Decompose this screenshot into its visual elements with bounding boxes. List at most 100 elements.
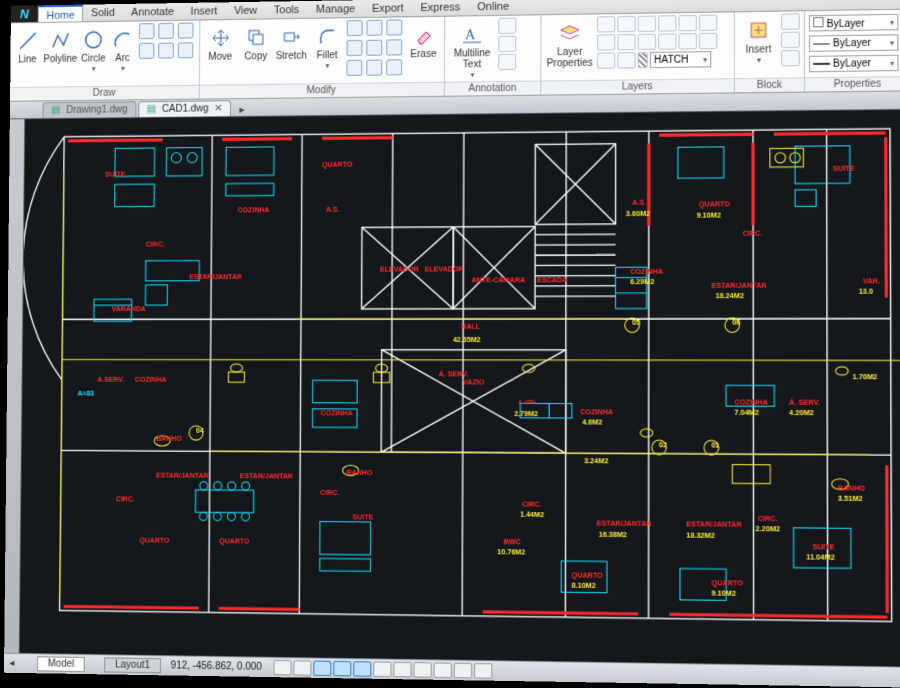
- room-label: BANHO: [347, 469, 374, 476]
- room-label: ELEVADOR: [425, 267, 464, 274]
- modify-erase-button[interactable]: Erase: [407, 19, 440, 60]
- modify-join-icon[interactable]: [366, 60, 382, 76]
- modify-trim-icon[interactable]: [366, 20, 382, 36]
- doc-tab-drawing1-label: Drawing1.dwg: [66, 104, 127, 116]
- color-selector[interactable]: ByLayer▾: [809, 14, 898, 32]
- layer-color-icon[interactable]: [597, 52, 615, 68]
- draw-hatch-icon[interactable]: [158, 43, 174, 59]
- room-label: 42.65M2: [453, 337, 481, 344]
- leader-icon[interactable]: [498, 36, 516, 52]
- new-tab-icon[interactable]: ▸: [239, 103, 245, 116]
- layer-thaw-icon[interactable]: [617, 34, 635, 50]
- qp-toggle-icon[interactable]: [434, 662, 452, 678]
- draw-polyline-button[interactable]: Polyline: [43, 24, 77, 65]
- menu-tab-export[interactable]: Export: [364, 0, 413, 17]
- layer-prev-icon[interactable]: [699, 15, 717, 31]
- room-label: QUARTO: [322, 161, 353, 168]
- ann-toggle-icon[interactable]: [474, 663, 492, 679]
- drawing-canvas[interactable]: SUITECIRC.VARANDAESTAR/JANTARCOZINHAQUAR…: [20, 110, 900, 667]
- room-label: 04: [196, 428, 204, 435]
- modify-move-button[interactable]: Move: [204, 22, 237, 63]
- tab-layout1[interactable]: Layout1: [104, 657, 161, 673]
- lwt-toggle-icon[interactable]: [414, 662, 432, 678]
- room-label: COZINHA: [734, 399, 767, 406]
- menu-tab-annotate[interactable]: Annotate: [123, 3, 182, 21]
- block-attr-icon[interactable]: [781, 50, 800, 67]
- layer-unlock-icon[interactable]: [638, 34, 656, 50]
- modify-scale-icon[interactable]: [346, 40, 362, 56]
- draw-line-button[interactable]: Line: [14, 25, 41, 66]
- layer-state-icon[interactable]: [678, 33, 696, 49]
- menu-tab-home[interactable]: Home: [38, 5, 84, 22]
- room-label: ESCADA: [537, 277, 567, 284]
- layer-walk-icon[interactable]: [699, 33, 717, 49]
- modify-offset-icon[interactable]: [386, 39, 402, 55]
- doc-tab-drawing1[interactable]: ▤Drawing1.dwg: [43, 101, 137, 118]
- draw-ellipse-icon[interactable]: [178, 23, 194, 39]
- draw-region-icon[interactable]: [178, 42, 194, 58]
- modify-explode-icon[interactable]: [346, 60, 362, 76]
- layer-lock-icon[interactable]: [638, 16, 656, 32]
- hatch-pattern-icon[interactable]: [638, 52, 648, 68]
- menu-tab-manage[interactable]: Manage: [308, 0, 364, 18]
- draw-circle-button[interactable]: Circle▾: [80, 24, 107, 74]
- lineweight-value: ByLayer: [833, 58, 871, 70]
- draw-arc-label: Arc: [115, 53, 130, 64]
- draw-rectangle-icon[interactable]: [139, 23, 155, 39]
- room-label: 1.70M2: [853, 374, 878, 381]
- draw-arc-button[interactable]: Arc▾: [109, 23, 136, 73]
- menu-tab-online[interactable]: Online: [469, 0, 518, 15]
- modify-fillet-label: Fillet: [317, 50, 338, 61]
- dim-linear-icon[interactable]: [498, 18, 516, 34]
- menu-tab-view[interactable]: View: [226, 2, 266, 19]
- menu-tab-solid[interactable]: Solid: [83, 4, 123, 21]
- menu-tab-express[interactable]: Express: [413, 0, 470, 16]
- room-label: HALL: [461, 324, 481, 331]
- modify-fillet-button[interactable]: Fillet▾: [311, 20, 344, 70]
- modify-break-icon[interactable]: [386, 59, 402, 75]
- modify-rotate-icon[interactable]: [346, 20, 362, 36]
- table-icon[interactable]: [498, 54, 516, 70]
- layer-iso-icon[interactable]: [658, 15, 676, 31]
- room-label: 02: [659, 442, 667, 449]
- layer-uniso-icon[interactable]: [658, 33, 676, 49]
- block-insert-button[interactable]: Insert▾: [739, 14, 778, 65]
- ortho-toggle-icon[interactable]: [313, 661, 331, 676]
- draw-spline-icon[interactable]: [158, 23, 174, 39]
- menu-tab-tools[interactable]: Tools: [266, 1, 308, 19]
- linetype-selector[interactable]: ByLayer▾: [809, 34, 898, 52]
- panel-block-title: Block: [735, 77, 804, 92]
- polar-toggle-icon[interactable]: [333, 661, 351, 677]
- modify-copy-button[interactable]: Copy: [239, 21, 272, 62]
- layer-properties-button[interactable]: Layer Properties: [545, 16, 594, 69]
- layer-on-icon[interactable]: [597, 34, 615, 50]
- snap-toggle-icon[interactable]: [274, 660, 292, 675]
- room-label: QUARTO: [572, 573, 604, 581]
- doc-tab-cad1[interactable]: ▤CAD1.dwg ✕: [138, 100, 231, 117]
- lineweight-selector[interactable]: ByLayer▾: [809, 55, 898, 72]
- layer-line-icon[interactable]: [617, 52, 635, 68]
- osnap-toggle-icon[interactable]: [353, 661, 371, 677]
- room-label: 05: [632, 320, 640, 327]
- room-label: 3.24M2: [584, 459, 608, 466]
- sc-toggle-icon[interactable]: [454, 663, 472, 679]
- dyn-toggle-icon[interactable]: [394, 662, 412, 678]
- draw-point-icon[interactable]: [139, 43, 155, 59]
- block-edit-icon[interactable]: [781, 32, 800, 49]
- block-create-icon[interactable]: [781, 13, 800, 30]
- layer-off-icon[interactable]: [597, 16, 615, 32]
- annot-mtext-button[interactable]: A Multiline Text▾: [449, 18, 495, 80]
- tab-model[interactable]: Model: [37, 656, 85, 672]
- layer-match-icon[interactable]: [678, 15, 696, 31]
- modify-mirror-icon[interactable]: [386, 19, 402, 35]
- room-label: SUITE: [833, 166, 855, 173]
- room-label: ᴬ·ˢᴱᴿⱽ: [518, 399, 537, 407]
- modify-stretch-button[interactable]: Stretch: [275, 21, 308, 62]
- hatch-selector[interactable]: HATCH▾: [650, 51, 711, 68]
- menu-tab-insert[interactable]: Insert: [183, 2, 227, 19]
- draw-small-tools: [139, 23, 196, 61]
- modify-array-icon[interactable]: [366, 40, 382, 56]
- layer-freeze-icon[interactable]: [617, 16, 635, 32]
- grid-toggle-icon[interactable]: [294, 660, 312, 675]
- close-icon[interactable]: ✕: [214, 103, 222, 114]
